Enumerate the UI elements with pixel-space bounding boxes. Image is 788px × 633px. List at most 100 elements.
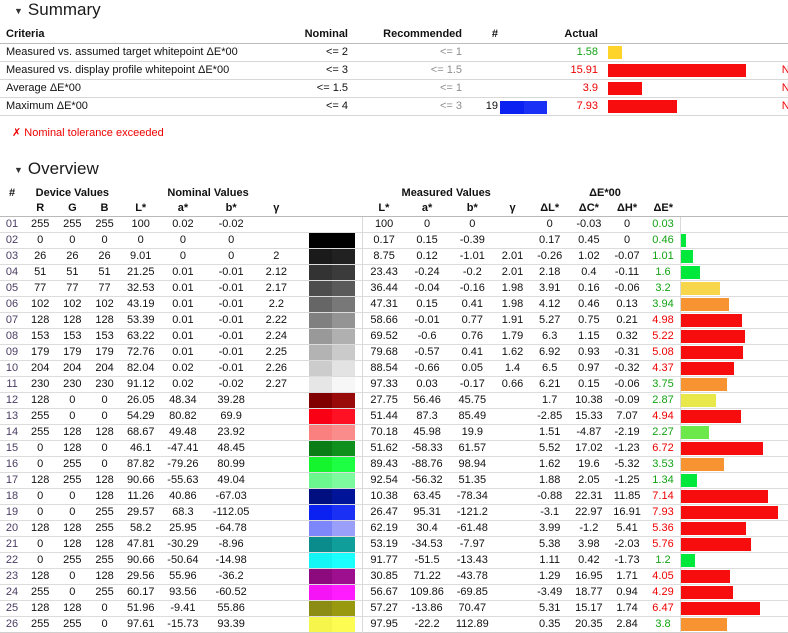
- swatch-nominal: [308, 553, 332, 568]
- triangle-down-icon[interactable]: ▼: [14, 6, 23, 16]
- overview-cell-r: 0: [37, 234, 44, 246]
- overview-color-swatch: [308, 617, 355, 633]
- overview-cell-delta-h: 1.74: [616, 602, 638, 614]
- overview-cell-b: 179: [95, 346, 114, 358]
- overview-delta-e-bar-track: [681, 233, 788, 248]
- overview-color-swatch: [308, 393, 355, 409]
- overview-cell-nominal-gamma: 2.26: [265, 362, 288, 374]
- overview-group-nominal-values: Nominal Values: [167, 187, 249, 199]
- overview-table-row: 01 255 255 255 100 0.02 -0.02 100 0 0 0 -0.03 0 0.03: [0, 216, 788, 233]
- overview-cell-g: 128: [63, 426, 82, 438]
- overview-cell-index: 14: [5, 426, 19, 438]
- overview-cell-measured-a: 0.12: [416, 250, 438, 262]
- overview-sub-spacer-left: [295, 201, 309, 217]
- overview-section-header[interactable]: ▼ Overview: [0, 159, 788, 179]
- triangle-down-icon[interactable]: ▼: [14, 165, 23, 175]
- overview-cell-nominal-a: 48.34: [169, 394, 197, 406]
- overview-cell-nominal-gamma: [257, 441, 295, 457]
- overview-cell-measured-gamma: 1.79: [501, 330, 524, 342]
- overview-cell-measured-a: -88.76: [411, 458, 443, 470]
- summary-actual: 1.58: [550, 43, 608, 62]
- overview-cell-spacer-left: [295, 441, 308, 457]
- overview-table-row: 11 230 230 230 91.12 0.02 -0.02 2.27 97.33 0.03 -0…: [0, 376, 788, 393]
- overview-cell-delta-c: 3.98: [578, 538, 600, 550]
- overview-cell-nominal-b: -8.96: [218, 538, 244, 550]
- overview-cell-delta-e: 6.72: [652, 442, 674, 454]
- overview-table-row: 06 102 102 102 43.19 0.01 -0.01 2.2 47.31 0.15 0.4…: [0, 296, 788, 313]
- summary-row: Measured vs. display profile whitepoint …: [0, 61, 788, 80]
- summary-col-bar: [608, 26, 772, 44]
- overview-cell-measured-b: -0.39: [459, 234, 485, 246]
- overview-cell-nominal-b: -0.01: [218, 362, 244, 374]
- overview-cell-g: 0: [69, 234, 76, 246]
- overview-sub-delta-h: ΔH*: [607, 201, 647, 217]
- swatch-measured: [331, 473, 355, 488]
- overview-delta-e-bar-track: [681, 377, 788, 392]
- overview-table-row: 13 255 0 0 54.29 80.82 69.9 51.44 87.3 85.49 -2.85…: [0, 408, 788, 425]
- overview-cell-r: 0: [37, 506, 44, 518]
- overview-cell-delta-e: 5.76: [652, 538, 674, 550]
- overview-cell-nominal-b: -0.01: [218, 266, 244, 278]
- overview-cell-b: 0: [101, 410, 108, 422]
- summary-section-header[interactable]: ▼ Summary: [0, 0, 788, 20]
- overview-cell-delta-l: 5.38: [538, 538, 561, 550]
- overview-cell-nominal-b: -0.01: [218, 346, 244, 358]
- overview-cell-delta-h: 0.21: [616, 314, 638, 326]
- swatch-nominal: [308, 441, 332, 456]
- overview-cell-measured-gamma: [495, 601, 529, 617]
- overview-cell-measured-a: -0.01: [414, 314, 440, 326]
- summary-max-color-swatch: [498, 61, 550, 80]
- overview-cell-r: 0: [37, 490, 44, 502]
- overview-cell-nominal-gamma: [257, 217, 295, 233]
- overview-cell-g: 0: [69, 490, 76, 502]
- overview-cell-measured-l: 97.95: [362, 616, 405, 633]
- overview-cell-index: 18: [5, 490, 19, 502]
- summary-table: Criteria Nominal Recommended # Actual Re…: [0, 26, 788, 116]
- overview-table-row: 25 128 128 0 51.96 -9.41 55.86 57.27 -13.86 70.47…: [0, 600, 788, 617]
- overview-cell-measured-b: 0.76: [461, 330, 483, 342]
- summary-num: [476, 61, 498, 80]
- overview-cell-g: 128: [63, 522, 82, 534]
- overview-cell-nominal-gamma: [257, 489, 295, 505]
- overview-cell-delta-c: 0.75: [578, 314, 600, 326]
- overview-cell-spacer-right: [355, 217, 363, 233]
- overview-cell-nominal-l: 26.05: [126, 394, 155, 406]
- overview-cell-measured-gamma: [495, 217, 529, 233]
- overview-cell-r: 128: [31, 602, 50, 614]
- overview-cell-measured-l: 8.75: [362, 248, 405, 265]
- overview-cell-measured-a: 0.15: [416, 298, 438, 310]
- swatch-measured: [523, 101, 547, 114]
- swatch-nominal: [308, 345, 332, 360]
- overview-cell-measured-gamma: [495, 409, 529, 425]
- swatch-measured: [331, 249, 355, 264]
- overview-cell-r: 128: [31, 394, 50, 406]
- overview-cell-index: 04: [5, 266, 19, 278]
- overview-cell-delta-c: 1.15: [578, 330, 600, 342]
- overview-cell-nominal-gamma: 2: [273, 250, 280, 262]
- overview-cell-spacer-left: [295, 249, 308, 265]
- overview-cell-measured-a: 0.15: [416, 234, 438, 246]
- swatch-nominal: [308, 249, 332, 264]
- overview-cell-measured-a: -56.32: [411, 474, 443, 486]
- overview-cell-g: 51: [66, 266, 79, 278]
- overview-cell-measured-l: 57.27: [362, 600, 405, 617]
- overview-cell-nominal-gamma: 2.22: [265, 314, 288, 326]
- swatch-nominal: [308, 425, 332, 440]
- swatch-measured: [331, 281, 355, 296]
- overview-delta-e-bar-cell: [679, 296, 788, 313]
- overview-color-swatch: [308, 265, 355, 281]
- overview-cell-nominal-l: 11.26: [127, 490, 155, 502]
- overview-cell-delta-h: -2.19: [614, 426, 640, 438]
- overview-cell-delta-l: 1.88: [538, 474, 561, 486]
- overview-cell-g: 128: [63, 442, 82, 454]
- overview-cell-measured-l: 88.54: [362, 360, 405, 377]
- overview-cell-delta-c: 0.45: [578, 234, 600, 246]
- overview-cell-b: 0: [101, 442, 108, 454]
- overview-delta-e-bar-cell: [679, 328, 788, 345]
- overview-cell-g: 102: [63, 298, 82, 310]
- overview-cell-delta-e: 1.34: [652, 474, 674, 486]
- overview-cell-nominal-l: 47.81: [126, 538, 155, 550]
- overview-cell-measured-b: -121.2: [456, 506, 488, 518]
- overview-cell-spacer-right: [355, 521, 363, 537]
- overview-cell-nominal-l: 60.17: [126, 586, 155, 598]
